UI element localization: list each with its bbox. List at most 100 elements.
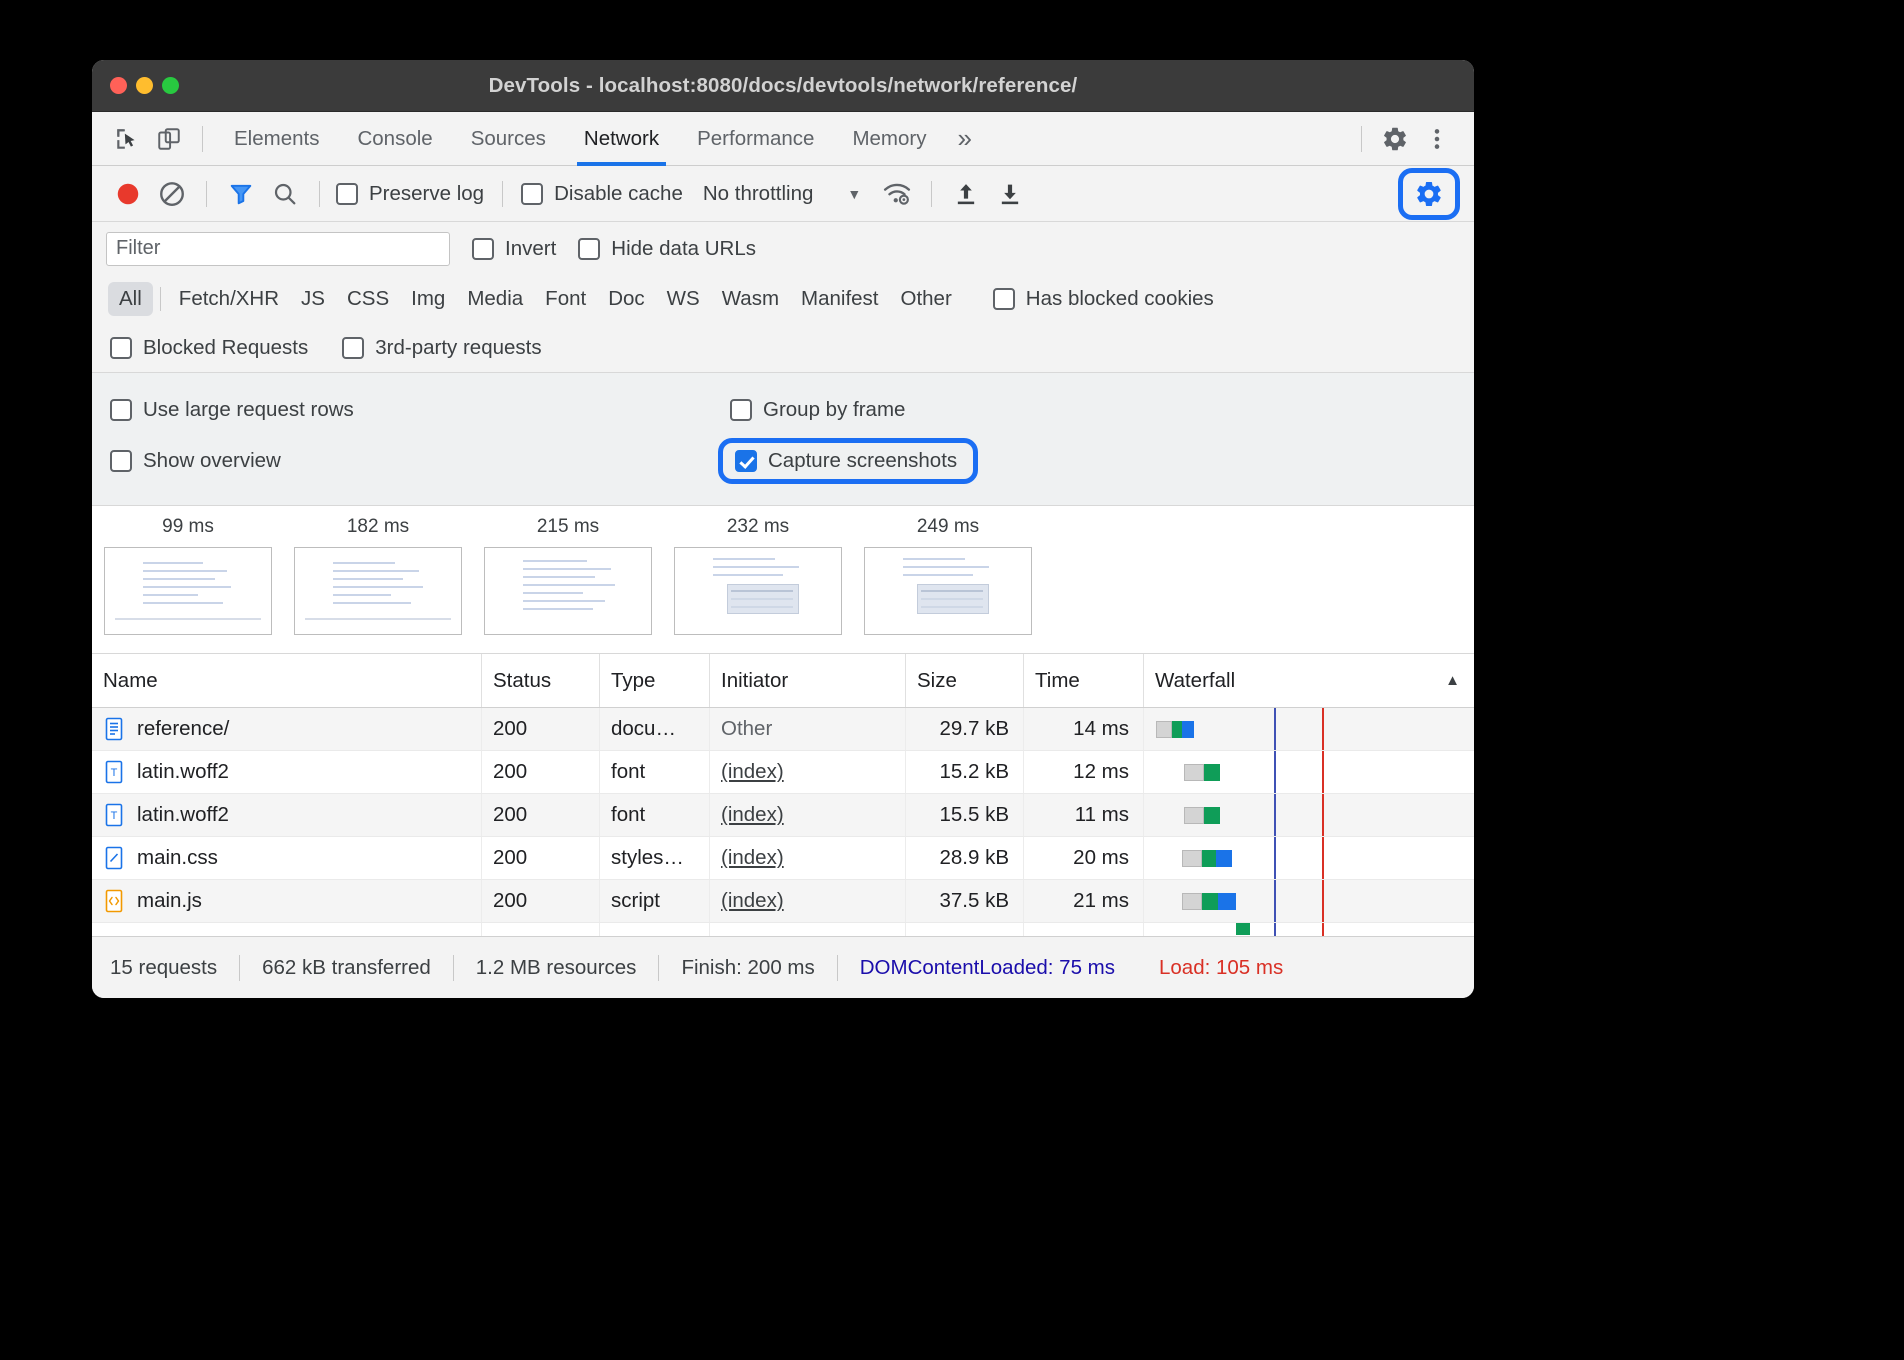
type-chip-ws[interactable]: WS (656, 282, 711, 316)
filter-funnel-icon[interactable] (219, 172, 263, 216)
cell-initiator: Other (710, 708, 906, 750)
chip-label: Media (467, 287, 523, 310)
inspect-element-icon[interactable] (106, 119, 148, 159)
column-header-time[interactable]: Time (1024, 654, 1144, 707)
column-header-waterfall[interactable]: Waterfall ▲ (1144, 654, 1474, 707)
checkbox-box (110, 450, 132, 472)
clear-no-entry-icon[interactable] (150, 172, 194, 216)
column-header-name[interactable]: Name (92, 654, 482, 707)
frame-thumbnail[interactable] (674, 547, 842, 635)
blocked-filters-bar: Blocked Requests 3rd-party requests (92, 323, 1474, 373)
request-name: reference/ (137, 717, 229, 741)
type-chip-css[interactable]: CSS (336, 282, 400, 316)
column-header-initiator[interactable]: Initiator (710, 654, 906, 707)
hide-data-urls-checkbox[interactable]: Hide data URLs (578, 237, 756, 261)
filmstrip-frame[interactable]: 215 ms (484, 516, 652, 635)
type-chip-font[interactable]: Font (534, 282, 597, 316)
frame-time-label: 249 ms (864, 516, 1032, 538)
minimize-window-button[interactable] (136, 77, 153, 94)
type-chip-manifest[interactable]: Manifest (790, 282, 889, 316)
status-requests: 15 requests (110, 956, 239, 980)
chip-label: Other (901, 287, 952, 310)
table-row[interactable]: main.css 200 styles… (index) 28.9 kB 20 … (92, 837, 1474, 880)
has-blocked-cookies-label: Has blocked cookies (1026, 287, 1214, 311)
tab-sources[interactable]: Sources (452, 112, 565, 166)
type-chip-wasm[interactable]: Wasm (711, 282, 790, 316)
column-label: Initiator (721, 669, 788, 693)
initiator-link[interactable]: (index) (721, 803, 784, 827)
blocked-requests-checkbox[interactable]: Blocked Requests (110, 336, 308, 360)
network-settings-gear-button[interactable] (1398, 168, 1460, 220)
type-chip-other[interactable]: Other (890, 282, 963, 316)
tab-memory[interactable]: Memory (833, 112, 945, 166)
cell-type: styles… (600, 837, 710, 879)
table-row[interactable]: main.js 200 script (index) 37.5 kB 21 ms (92, 880, 1474, 923)
filter-input[interactable] (106, 232, 450, 266)
table-row-partial[interactable] (92, 923, 1474, 937)
initiator-link[interactable]: (index) (721, 846, 784, 870)
close-window-button[interactable] (110, 77, 127, 94)
cell-status: 200 (482, 837, 600, 879)
upload-arrow-icon[interactable] (944, 172, 988, 216)
third-party-requests-checkbox[interactable]: 3rd-party requests (342, 336, 541, 360)
filmstrip-frame[interactable]: 99 ms (104, 516, 272, 635)
frame-time-label: 182 ms (294, 516, 462, 538)
type-chip-all[interactable]: All (108, 282, 153, 316)
type-chip-doc[interactable]: Doc (597, 282, 655, 316)
show-overview-checkbox[interactable]: Show overview (110, 449, 281, 473)
table-row[interactable]: reference/ 200 docu… Other 29.7 kB 14 ms (92, 708, 1474, 751)
preserve-log-checkbox[interactable]: Preserve log (336, 182, 484, 206)
group-by-frame-checkbox[interactable]: Group by frame (730, 398, 905, 422)
tab-label: Performance (697, 127, 814, 151)
frame-thumbnail[interactable] (104, 547, 272, 635)
type-chip-fetch-xhr[interactable]: Fetch/XHR (168, 282, 290, 316)
disable-cache-checkbox[interactable]: Disable cache (521, 182, 683, 206)
search-magnifier-icon[interactable] (263, 172, 307, 216)
type-chip-img[interactable]: Img (400, 282, 456, 316)
column-header-status[interactable]: Status (482, 654, 600, 707)
document-icon (103, 717, 125, 741)
settings-col-left: Show overview (110, 449, 730, 473)
download-arrow-icon[interactable] (988, 172, 1032, 216)
filmstrip-frame[interactable]: 232 ms (674, 516, 842, 635)
tab-overflow-button[interactable]: » (946, 112, 984, 166)
table-row[interactable]: T latin.woff2 200 font (index) 15.2 kB 1… (92, 751, 1474, 794)
devtools-window: DevTools - localhost:8080/docs/devtools/… (92, 60, 1474, 998)
network-conditions-icon[interactable] (875, 172, 919, 216)
filmstrip-frame[interactable]: 249 ms (864, 516, 1032, 635)
capture-screenshots-checkbox[interactable]: Capture screenshots (718, 438, 978, 484)
frame-thumbnail[interactable] (294, 547, 462, 635)
status-dom-content-loaded: DOMContentLoaded: 75 ms (838, 956, 1137, 980)
cell-name: T latin.woff2 (92, 794, 482, 836)
column-header-size[interactable]: Size (906, 654, 1024, 707)
window-titlebar: DevTools - localhost:8080/docs/devtools/… (92, 60, 1474, 112)
filmstrip-frame[interactable]: 182 ms (294, 516, 462, 635)
toggle-device-toolbar-icon[interactable] (148, 119, 190, 159)
more-options-kebab-icon[interactable] (1416, 119, 1458, 159)
invert-checkbox[interactable]: Invert (472, 237, 556, 261)
cell-initiator: (index) (710, 794, 906, 836)
maximize-window-button[interactable] (162, 77, 179, 94)
tabbar-right-controls (1349, 119, 1474, 159)
frame-thumbnail[interactable] (864, 547, 1032, 635)
initiator-link[interactable]: (index) (721, 760, 784, 784)
table-row[interactable]: T latin.woff2 200 font (index) 15.5 kB 1… (92, 794, 1474, 837)
initiator-link[interactable]: (index) (721, 889, 784, 913)
record-circle-icon[interactable] (106, 172, 150, 216)
tab-console[interactable]: Console (338, 112, 451, 166)
checkbox-box (521, 183, 543, 205)
tab-elements[interactable]: Elements (215, 112, 338, 166)
blocked-requests-label: Blocked Requests (143, 336, 308, 360)
use-large-request-rows-checkbox[interactable]: Use large request rows (110, 398, 354, 422)
devtools-tab-bar: Elements Console Sources Network Perform… (92, 112, 1474, 166)
frame-thumbnail[interactable] (484, 547, 652, 635)
cell-size: 15.5 kB (906, 794, 1024, 836)
type-chip-js[interactable]: JS (290, 282, 336, 316)
column-header-type[interactable]: Type (600, 654, 710, 707)
type-chip-media[interactable]: Media (456, 282, 534, 316)
tab-network[interactable]: Network (565, 112, 678, 166)
has-blocked-cookies-checkbox[interactable]: Has blocked cookies (993, 287, 1214, 311)
devtools-settings-gear-icon[interactable] (1374, 119, 1416, 159)
throttling-dropdown[interactable]: No throttling ▼ (703, 182, 861, 206)
tab-performance[interactable]: Performance (678, 112, 833, 166)
